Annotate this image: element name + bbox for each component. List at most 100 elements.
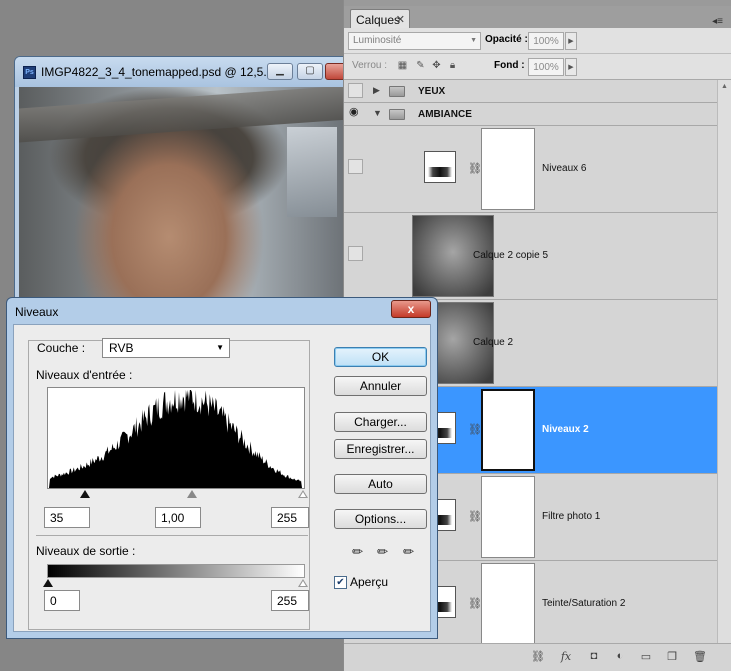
link-icon[interactable]: ⛓ — [468, 423, 482, 436]
layer-mask-thumbnail[interactable] — [481, 563, 535, 643]
group-row-ambiance[interactable]: ▼ AMBIANCE — [344, 103, 717, 126]
input-slider[interactable] — [47, 489, 308, 501]
add-mask-icon[interactable]: ◘ — [586, 650, 602, 664]
layer-mask-thumbnail[interactable] — [481, 389, 535, 471]
blend-mode-value: Luminosité — [353, 35, 402, 46]
lock-label: Verrou : — [352, 60, 388, 71]
folder-icon — [389, 109, 405, 120]
input-gamma-handle[interactable] — [187, 490, 197, 498]
folder-icon — [389, 86, 405, 97]
output-black-field[interactable]: 0 — [44, 590, 80, 611]
layers-scrollbar[interactable]: ▲ — [717, 80, 731, 643]
new-group-icon[interactable]: ▭ — [638, 650, 654, 664]
fx-icon[interactable]: fx — [558, 650, 574, 664]
ok-button[interactable]: OK — [334, 347, 427, 367]
lock-transparency-icon[interactable]: ▦ — [396, 59, 409, 72]
channel-value: RVB — [109, 341, 134, 355]
save-button[interactable]: Enregistrer... — [334, 439, 427, 459]
input-levels-label: Niveaux d'entrée : — [36, 368, 133, 382]
blend-row: Luminosité ▼ Opacité : 100% ▶ — [344, 28, 731, 54]
tab-close-icon[interactable]: ✕ — [396, 13, 405, 26]
output-levels-label: Niveaux de sortie : — [36, 544, 136, 558]
opacity-arrow-icon[interactable]: ▶ — [565, 32, 577, 50]
gray-eyedropper-icon[interactable]: ✎ — [372, 541, 395, 564]
output-white-handle[interactable] — [298, 579, 308, 587]
minimize-button[interactable]: ▁ — [267, 63, 293, 80]
trash-icon[interactable]: 🗑︎ — [692, 650, 708, 664]
document-title: IMGP4822_3_4_tonemapped.psd @ 12,5... — [41, 65, 274, 79]
link-icon[interactable]: ⛓ — [468, 162, 482, 175]
layer-row[interactable]: ⛓ Niveaux 6 — [344, 126, 717, 213]
minimize-icon: ▁ — [276, 65, 284, 76]
levels-dialog: Niveaux x Couche : RVB ▼ Niveaux d'entré… — [6, 297, 438, 639]
input-black-point-handle[interactable] — [80, 490, 90, 498]
tab-calques[interactable]: Calques ✕ — [350, 9, 410, 29]
link-icon[interactable]: ⛓ — [468, 510, 482, 523]
expand-arrow-icon[interactable]: ▶ — [373, 85, 380, 96]
fill-input[interactable]: 100% — [528, 58, 564, 76]
layer-name: Calque 2 copie 5 — [473, 250, 549, 261]
eye-icon[interactable] — [348, 105, 363, 121]
group-name: AMBIANCE — [418, 109, 472, 120]
link-icon[interactable]: ⛓ — [468, 597, 482, 610]
group-name: YEUX — [418, 86, 446, 97]
layers-bottom-toolbar: ⛓ fx ◘ ◐ ▭ ❐ 🗑︎ — [344, 643, 731, 671]
layer-name: Teinte/Saturation 2 — [542, 598, 626, 609]
histogram — [47, 387, 305, 489]
layer-row[interactable]: Calque 2 copie 5 — [344, 213, 717, 300]
opacity-input[interactable]: 100% — [528, 32, 564, 50]
dialog-close-button[interactable]: x — [391, 300, 431, 318]
lock-all-icon[interactable]: 🔒︎ — [446, 59, 459, 72]
visibility-toggle[interactable] — [348, 246, 363, 261]
group-row-yeux[interactable]: ▶ YEUX — [344, 80, 717, 103]
layer-mask-thumbnail[interactable] — [481, 128, 535, 210]
panel-menu-icon[interactable]: ◂≡ — [712, 16, 723, 27]
lock-move-icon[interactable]: ✥ — [430, 59, 443, 72]
input-white-field[interactable]: 255 — [271, 507, 309, 528]
opacity-label: Opacité : — [485, 34, 528, 45]
lock-brush-icon[interactable]: ✎ — [414, 59, 427, 72]
cancel-button[interactable]: Annuler — [334, 376, 427, 396]
input-black-field[interactable]: 35 — [44, 507, 90, 528]
canvas-image[interactable] — [19, 87, 349, 315]
blend-mode-select[interactable]: Luminosité ▼ — [348, 32, 481, 50]
input-gamma-field[interactable]: 1,00 — [155, 507, 201, 528]
options-button[interactable]: Options... — [334, 509, 427, 529]
fill-arrow-icon[interactable]: ▶ — [565, 58, 577, 76]
dialog-body: Couche : RVB ▼ Niveaux d'entrée : 35 1,0… — [13, 324, 431, 632]
background-window — [287, 127, 337, 217]
document-titlebar[interactable]: Ps IMGP4822_3_4_tonemapped.psd @ 12,5...… — [15, 57, 349, 87]
photoshop-icon: Ps — [23, 66, 36, 79]
output-black-handle[interactable] — [43, 579, 53, 587]
collapse-arrow-icon[interactable]: ▼ — [373, 108, 382, 118]
load-button[interactable]: Charger... — [334, 412, 427, 432]
preview-checkbox[interactable]: ✔ — [334, 576, 347, 589]
separator — [36, 535, 308, 536]
maximize-button[interactable]: ▢ — [297, 63, 323, 80]
layer-name: Niveaux 2 — [542, 424, 589, 435]
input-white-point-handle[interactable] — [298, 490, 308, 498]
levels-adjustment-icon — [424, 151, 456, 183]
tab-calques-label: Calques — [356, 13, 401, 27]
layer-name: Niveaux 6 — [542, 163, 587, 174]
visibility-toggle[interactable] — [348, 83, 363, 98]
document-window[interactable]: Ps IMGP4822_3_4_tonemapped.psd @ 12,5...… — [14, 56, 350, 316]
white-eyedropper-icon[interactable]: ✎ — [398, 541, 421, 564]
layer-mask-thumbnail[interactable] — [481, 476, 535, 558]
channel-select[interactable]: RVB ▼ — [102, 338, 230, 358]
adjustment-layer-icon[interactable]: ◐ — [612, 650, 628, 664]
visibility-toggle[interactable] — [348, 159, 363, 174]
lock-row: Verrou : ▦ ✎ ✥ 🔒︎ Fond : 100% ▶ — [344, 54, 731, 80]
scroll-up-icon[interactable]: ▲ — [721, 83, 728, 90]
output-slider[interactable] — [43, 578, 308, 590]
dialog-title: Niveaux — [15, 305, 59, 319]
new-layer-icon[interactable]: ❐ — [664, 650, 680, 664]
dialog-titlebar[interactable]: Niveaux x — [7, 298, 437, 324]
black-eyedropper-icon[interactable]: ✎ — [347, 541, 370, 564]
chevron-down-icon: ▼ — [470, 37, 477, 44]
auto-button[interactable]: Auto — [334, 474, 427, 494]
panel-tabbar: Calques ✕ ◂≡ — [344, 6, 731, 29]
output-white-field[interactable]: 255 — [271, 590, 309, 611]
fill-label: Fond : — [494, 60, 525, 71]
link-layers-icon[interactable]: ⛓ — [530, 650, 546, 664]
